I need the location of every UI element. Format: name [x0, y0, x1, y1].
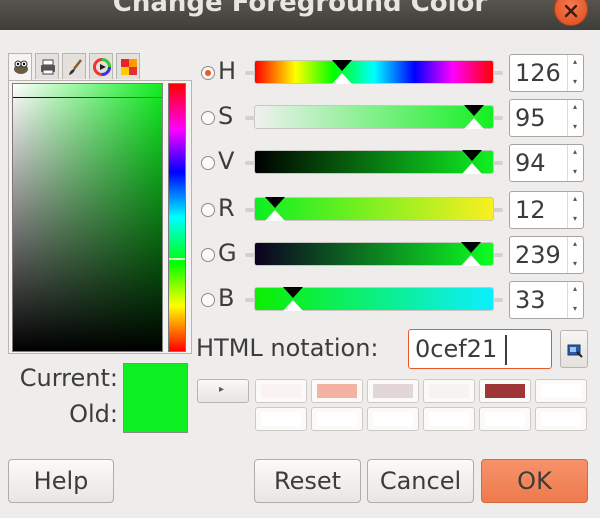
channel-slider-g[interactable]: [245, 242, 503, 266]
color-wheel-icon: [93, 58, 111, 76]
channel-radio-v[interactable]: [201, 156, 215, 170]
channel-label-s: S: [218, 102, 234, 130]
channel-row-r: R 12 ▴ ▾: [198, 190, 598, 230]
channel-row-v: V 94 ▴ ▾: [198, 143, 598, 183]
channel-spinner-s[interactable]: 95 ▴ ▾: [509, 99, 584, 137]
history-swatch[interactable]: [479, 379, 531, 403]
history-arrow-icon: ▸: [219, 384, 225, 395]
channel-spinner-r[interactable]: 12 ▴ ▾: [509, 191, 584, 229]
channel-value-s: 95: [515, 104, 546, 132]
old-color-label: Old:: [69, 400, 118, 428]
cmyk-printer-icon: [41, 59, 55, 75]
close-icon: [564, 4, 578, 18]
channel-radio-r[interactable]: [201, 203, 215, 217]
help-button[interactable]: Help: [8, 459, 114, 503]
sv-crosshair-vertical: [162, 84, 163, 351]
channel-value-r: 12: [515, 196, 546, 224]
channel-radio-b[interactable]: [201, 293, 215, 307]
gimp-wilber-icon: [14, 60, 28, 74]
cancel-button[interactable]: Cancel: [367, 459, 474, 503]
channel-slider-h[interactable]: [245, 60, 503, 84]
channel-slider-s[interactable]: [245, 105, 503, 129]
channel-value-b: 33: [515, 286, 546, 314]
channel-spinner-v[interactable]: 94 ▴ ▾: [509, 144, 584, 182]
channel-spinner-h[interactable]: 126 ▴ ▾: [509, 54, 584, 92]
channel-slider-v[interactable]: [245, 150, 503, 174]
tab-wheel[interactable]: [89, 53, 113, 79]
channel-row-h: H 126 ▴ ▾: [198, 53, 598, 93]
history-swatch[interactable]: [535, 379, 587, 403]
ok-button[interactable]: OK: [481, 459, 588, 503]
watercolor-brush-icon: [69, 59, 82, 75]
current-color-label: Current:: [19, 364, 118, 392]
channel-label-r: R: [218, 194, 235, 222]
channel-label-g: G: [218, 239, 237, 267]
reset-button[interactable]: Reset: [254, 459, 361, 503]
channel-radio-g[interactable]: [201, 248, 215, 262]
tab-watercolor[interactable]: [62, 53, 86, 79]
history-swatch[interactable]: [311, 379, 363, 403]
history-swatch[interactable]: [423, 379, 475, 403]
history-swatch[interactable]: [255, 379, 307, 403]
tab-gimp[interactable]: [8, 53, 32, 81]
history-swatch[interactable]: [423, 407, 475, 431]
old-color-swatch[interactable]: [123, 398, 188, 433]
html-notation-input[interactable]: [408, 329, 552, 369]
channel-spinner-g[interactable]: 239 ▴ ▾: [509, 236, 584, 274]
window-title: Change Foreground Color: [112, 0, 488, 18]
channel-radio-h[interactable]: [201, 66, 215, 80]
color-picker-button[interactable]: [560, 330, 588, 368]
sv-crosshair-horizontal: [13, 97, 162, 98]
history-swatch[interactable]: [367, 407, 419, 431]
channel-value-h: 126: [515, 59, 561, 87]
history-swatch[interactable]: [479, 407, 531, 431]
hue-marker[interactable]: [169, 257, 185, 260]
channel-row-b: B 33 ▴ ▾: [198, 280, 598, 320]
titlebar: Change Foreground Color: [0, 0, 600, 30]
eyedropper-icon: [567, 344, 583, 358]
history-swatch[interactable]: [255, 407, 307, 431]
history-swatch[interactable]: [535, 407, 587, 431]
palette-grid-icon: [121, 59, 137, 75]
tab-cmyk[interactable]: [35, 53, 59, 79]
channel-label-v: V: [218, 147, 235, 175]
text-caret: [505, 335, 507, 365]
channel-value-g: 239: [515, 241, 561, 269]
history-swatch[interactable]: [311, 407, 363, 431]
channel-value-v: 94: [515, 149, 546, 177]
current-color-swatch: [123, 363, 188, 398]
html-notation-label: HTML notation:: [196, 334, 379, 362]
channel-label-h: H: [218, 57, 237, 85]
saturation-value-area[interactable]: [12, 83, 163, 352]
channel-slider-b[interactable]: [245, 287, 503, 311]
close-button[interactable]: [554, 0, 588, 26]
channel-spinner-b[interactable]: 33 ▴ ▾: [509, 281, 584, 319]
history-swatch[interactable]: [367, 379, 419, 403]
channel-row-s: S 95 ▴ ▾: [198, 98, 598, 138]
hue-strip[interactable]: [168, 83, 186, 352]
channel-radio-s[interactable]: [201, 111, 215, 125]
tab-palette[interactable]: [116, 53, 140, 79]
history-add-button[interactable]: ▸: [197, 379, 249, 403]
channel-row-g: G 239 ▴ ▾: [198, 235, 598, 275]
channel-slider-r[interactable]: [245, 197, 503, 221]
channel-label-b: B: [218, 284, 235, 312]
